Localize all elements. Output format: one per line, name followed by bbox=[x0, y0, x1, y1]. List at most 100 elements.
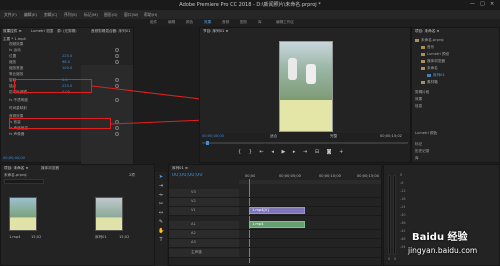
db-label: -18 bbox=[400, 197, 406, 201]
panel-link[interactable]: 标记 bbox=[415, 142, 422, 147]
selection-tool-icon[interactable]: ➤ bbox=[158, 174, 164, 180]
db-label: -6 bbox=[400, 181, 404, 185]
track-name: V1 bbox=[191, 208, 196, 212]
tools-panel: ➤ ⇥ ⟛ ✂ ↔ ✎ ✋ T bbox=[155, 172, 167, 266]
playhead-icon[interactable] bbox=[206, 141, 209, 145]
folder-icon bbox=[421, 45, 425, 49]
step-forward-icon[interactable]: ▸ bbox=[293, 149, 299, 155]
panel-link[interactable]: 信息 bbox=[415, 104, 422, 109]
track-name: V2 bbox=[191, 199, 196, 203]
project-item-label: 音乐 bbox=[427, 45, 435, 49]
folder-icon bbox=[421, 80, 425, 84]
audio-meter-left bbox=[388, 175, 391, 255]
program-monitor-controls: 00;00;00;00 适合 完整 00;00;15;02 { } ⇤ ◂ ▶ … bbox=[200, 133, 410, 162]
mark-in-icon[interactable]: { bbox=[238, 149, 244, 155]
ripple-edit-tool-icon[interactable]: ⟛ bbox=[158, 192, 164, 198]
panel-link[interactable]: 效果 bbox=[415, 97, 422, 102]
razor-tool-icon[interactable]: ✂ bbox=[158, 201, 164, 207]
panel-link[interactable]: 剪辑片段 bbox=[415, 90, 429, 95]
program-scrubber[interactable] bbox=[202, 142, 408, 144]
panel-link[interactable]: Lumetri 颜色 bbox=[415, 131, 437, 136]
audio-meter-right bbox=[393, 175, 396, 255]
video-clip[interactable]: 1.mp4[V] bbox=[249, 207, 305, 214]
search-input[interactable] bbox=[4, 179, 44, 184]
track-name: A1 bbox=[191, 222, 196, 226]
project-item[interactable]: 媒体浏览器 bbox=[421, 59, 445, 64]
media-thumb-duration: 15;02 bbox=[119, 235, 130, 239]
track-name: A2 bbox=[191, 231, 196, 235]
step-back-icon[interactable]: ◂ bbox=[271, 149, 277, 155]
tab-project[interactable]: 项目: 未命名 ≡ bbox=[4, 166, 28, 171]
track-select-tool-icon[interactable]: ⇥ bbox=[158, 183, 164, 189]
project-panel: 项目: 未命名 ≡ 未命名.prproj 音乐 Lumetri 预设 媒体浏览器… bbox=[411, 27, 500, 163]
db-label: 0 bbox=[400, 173, 403, 177]
video-preview[interactable] bbox=[279, 41, 333, 132]
mark-out-icon[interactable]: } bbox=[249, 149, 255, 155]
audio-clip[interactable]: 1.mp4 bbox=[249, 221, 305, 228]
ruler-label: 00;00 bbox=[245, 174, 256, 178]
folder-icon bbox=[421, 59, 425, 63]
media-thumb-name: 1.mp4 bbox=[9, 235, 21, 239]
clip-label: 1.mp4[V] bbox=[252, 208, 269, 212]
hand-tool-icon[interactable]: ✋ bbox=[158, 228, 164, 234]
video-figure bbox=[288, 58, 297, 80]
track-name: V3 bbox=[191, 190, 196, 194]
panel-link[interactable]: 库 bbox=[415, 156, 419, 161]
solo-button[interactable]: S bbox=[394, 257, 396, 261]
project-item[interactable]: 素材箱 bbox=[421, 80, 438, 85]
program-monitor-title[interactable]: 节目: 序列01 ≡ bbox=[203, 29, 228, 34]
media-thumb[interactable] bbox=[9, 197, 37, 231]
track-a2[interactable]: A2 bbox=[169, 230, 381, 239]
db-label: -36 bbox=[400, 221, 406, 225]
track-v3[interactable]: V3 bbox=[169, 189, 381, 198]
timeline-ruler[interactable] bbox=[239, 180, 381, 184]
go-to-out-icon[interactable]: ⇥ bbox=[303, 149, 310, 155]
db-label: -12 bbox=[400, 189, 406, 193]
slip-tool-icon[interactable]: ↔ bbox=[158, 210, 164, 216]
ruler-label: 00;00;10;00 bbox=[319, 174, 341, 178]
project-item[interactable]: Lumetri 预设 bbox=[421, 52, 449, 57]
transport-controls: { } ⇤ ◂ ▶ ▸ ⇥ ⊟ ◙ + bbox=[238, 149, 373, 157]
project-item-label: 媒体浏览器 bbox=[427, 59, 445, 63]
pen-tool-icon[interactable]: ✎ bbox=[158, 219, 164, 225]
project-title[interactable]: 项目: 未命名 ≡ bbox=[415, 29, 439, 34]
project-item-label: 未命名.prproj bbox=[421, 38, 444, 42]
lift-icon[interactable]: ⊟ bbox=[315, 149, 322, 155]
project-item-selected[interactable]: 序列01 bbox=[427, 73, 445, 78]
watermark-url: jingyan.baidu.com bbox=[408, 246, 478, 255]
add-icon[interactable]: + bbox=[339, 149, 346, 155]
db-label: -24 bbox=[400, 205, 406, 209]
type-tool-icon[interactable]: T bbox=[158, 237, 164, 243]
go-to-in-icon[interactable]: ⇤ bbox=[260, 149, 267, 155]
timeline-timecode[interactable]: 00;00;00;00 bbox=[172, 173, 203, 178]
item-count: 2项 bbox=[129, 173, 135, 177]
track-a3[interactable]: A3 bbox=[169, 239, 381, 248]
panel-link[interactable]: 历史记录 bbox=[415, 149, 429, 154]
project-item[interactable]: 未命名 bbox=[421, 66, 438, 71]
project-item-label: 未命名 bbox=[427, 66, 438, 70]
track-v2[interactable]: V2 bbox=[169, 198, 381, 207]
program-timecode[interactable]: 00;00;00;00 bbox=[202, 134, 224, 139]
media-thumb[interactable] bbox=[95, 197, 123, 231]
program-duration: 00;00;15;02 bbox=[380, 134, 402, 138]
solo-button[interactable]: S bbox=[388, 257, 390, 261]
track-name: A3 bbox=[191, 240, 196, 244]
video-figure bbox=[306, 64, 316, 84]
timeline-title[interactable]: 序列01 ≡ bbox=[172, 166, 188, 171]
play-icon[interactable]: ▶ bbox=[281, 149, 288, 155]
project-item[interactable]: 音乐 bbox=[421, 45, 434, 50]
folder-icon bbox=[421, 52, 425, 56]
track-master[interactable]: 主声道 bbox=[169, 249, 381, 258]
media-thumb-name: 序列01 bbox=[95, 235, 107, 239]
fit-dropdown[interactable]: 适合 bbox=[270, 134, 277, 139]
project-item[interactable]: 未命名.prproj bbox=[415, 38, 444, 43]
watermark: Baidu 经验 jingyan.baidu.com bbox=[402, 226, 498, 266]
project-item-label: 素材箱 bbox=[427, 80, 438, 84]
watermark-brand: Baidu 经验 bbox=[412, 232, 468, 243]
camera-icon[interactable]: ◙ bbox=[327, 149, 335, 155]
timeline-panel: 序列01 ≡ 00;00;00;00 00;00 00;00;05;00 00;… bbox=[168, 164, 382, 266]
quality-dropdown[interactable]: 完整 bbox=[330, 134, 337, 139]
sequence-icon bbox=[427, 73, 431, 77]
tab-media-browser[interactable]: 媒体浏览器 bbox=[41, 166, 59, 171]
project-item-label: Lumetri 预设 bbox=[427, 52, 450, 56]
